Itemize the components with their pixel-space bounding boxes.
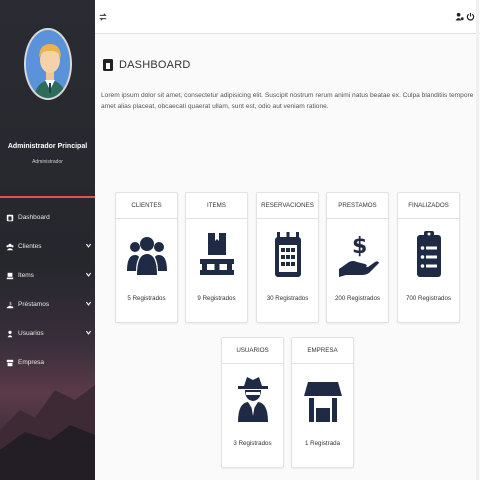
sidebar-menu: Dashboard Clientes Items $ Préstamos Usu… xyxy=(0,203,95,377)
tile-title: ITEMS xyxy=(186,193,247,219)
calendar-icon xyxy=(275,232,301,277)
tile-items[interactable]: ITEMS 9 Registrados xyxy=(185,192,248,323)
sidebar-item-label: Clientes xyxy=(18,243,42,250)
chevron-down-icon xyxy=(85,301,92,306)
tile-title: CLIENTES xyxy=(116,193,177,219)
sidebar-divider xyxy=(0,196,95,198)
tile-title: USUARIOS xyxy=(222,338,283,364)
power-icon[interactable] xyxy=(466,12,475,21)
avatar xyxy=(24,28,72,100)
loan-icon: $ xyxy=(6,301,14,308)
chevron-down-icon xyxy=(85,272,92,277)
sidebar-item-clientes[interactable]: Clientes xyxy=(0,232,95,261)
sidebar-item-items[interactable]: Items xyxy=(0,261,95,290)
page-title-text: DASHBOARD xyxy=(119,59,191,71)
tile-count: 3 Registrados xyxy=(233,440,272,447)
user-icon xyxy=(7,330,13,337)
sidebar-item-usuarios[interactable]: Usuarios xyxy=(0,319,95,348)
dashboard-icon xyxy=(103,59,113,71)
sidebar-item-label: Items xyxy=(18,272,34,279)
tile-title: FINALIZADOS xyxy=(398,193,459,219)
sidebar-item-label: Préstamos xyxy=(18,301,50,308)
chevron-down-icon xyxy=(85,330,92,335)
sidebar-item-label: Dashboard xyxy=(18,214,50,221)
chevron-down-icon xyxy=(85,243,92,248)
tile-count: 5 Registrados xyxy=(127,295,166,302)
sidebar-item-label: Usuarios xyxy=(18,330,44,337)
tile-count: 9 Registrados xyxy=(197,295,236,302)
sidebar-item-empresa[interactable]: Empresa xyxy=(0,348,95,377)
svg-text:$: $ xyxy=(352,234,367,259)
toggle-icon[interactable] xyxy=(99,13,107,21)
tile-count: 700 Registrados xyxy=(405,295,452,302)
users-icon xyxy=(6,243,14,250)
sidebar-item-prestamos[interactable]: $ Préstamos xyxy=(0,290,95,319)
sidebar: Administrador Principal Administrador Da… xyxy=(0,0,95,480)
dashboard-icon xyxy=(6,214,14,221)
sidebar-item-dashboard[interactable]: Dashboard xyxy=(0,203,95,232)
pallet-icon xyxy=(200,233,234,275)
topbar xyxy=(95,0,480,34)
profile-role: Administrador xyxy=(32,159,63,165)
tile-title: RESERVACIONES xyxy=(257,193,318,219)
tile-title: PRESTAMOS xyxy=(327,193,388,219)
tile-finalizados[interactable]: FINALIZADOS 700 Registrados xyxy=(397,192,460,323)
tile-count: 200 Registrados xyxy=(334,295,381,302)
store-icon xyxy=(6,359,14,366)
sidebar-item-label: Empresa xyxy=(18,359,45,366)
svg-text:$: $ xyxy=(9,301,12,306)
tile-clientes[interactable]: CLIENTES 5 Registrados xyxy=(115,192,178,323)
tile-count: 30 Registrados xyxy=(266,295,309,302)
tile-reservaciones[interactable]: RESERVACIONES 30 Registrados xyxy=(256,192,319,323)
tile-usuarios[interactable]: USUARIOS 3 Registrados xyxy=(221,337,284,468)
page-title: DASHBOARD xyxy=(103,59,190,71)
users-icon xyxy=(127,237,167,275)
intro-text: Lorem ipsum dolor sit amet, consectetur … xyxy=(101,92,474,110)
profile-name: Administrador Principal xyxy=(7,143,88,150)
hand-dollar-icon: $ xyxy=(339,234,379,277)
user-secret-icon xyxy=(238,377,268,422)
store-icon xyxy=(304,382,342,422)
tile-empresa[interactable]: EMPRESA 1 Registrada xyxy=(291,337,354,468)
page-scrollbar[interactable] xyxy=(476,0,479,480)
items-icon xyxy=(6,272,14,279)
tile-prestamos[interactable]: PRESTAMOS $ 200 Registrados xyxy=(326,192,389,323)
clipboard-list-icon xyxy=(417,231,441,277)
tile-title: EMPRESA xyxy=(292,338,353,364)
user-settings-icon[interactable] xyxy=(455,12,464,21)
tile-count: 1 Registrada xyxy=(304,440,341,447)
